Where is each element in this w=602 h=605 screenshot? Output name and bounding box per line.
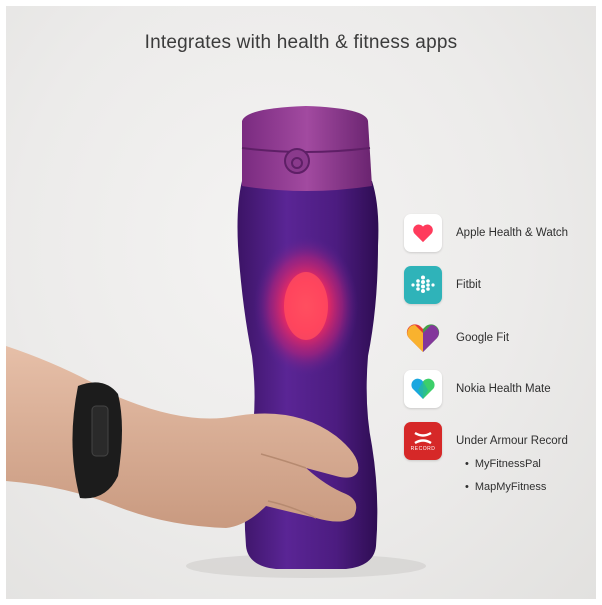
app-item-fitbit: Fitbit [404,266,481,304]
sub-item-label: MapMyFitness [474,481,547,493]
fitness-band-display [91,405,109,457]
sub-item-myfitnesspal: • MyFitnessPal [465,458,541,470]
bullet: • [465,458,469,470]
sub-item-mapmyfitness: • MapMyFitness [465,481,546,493]
product-scene [6,106,426,578]
headline: Integrates with health & fitness apps [144,32,458,53]
nokia-health-mate-heart-icon [404,370,442,408]
glow-core [284,272,328,340]
app-label: Google Fit [456,332,510,344]
bottle-cap [242,106,372,191]
cap-logo-icon [284,148,310,174]
app-label: Under Armour Record [456,435,568,447]
app-item-google-fit: Google Fit [404,319,509,357]
bullet: • [465,481,469,493]
record-icon-text: RECORD [410,445,436,452]
app-item-under-armour-record: RECORD Under Armour Record [404,422,568,460]
app-label: Fitbit [456,279,481,291]
app-item-nokia-health-mate: Nokia Health Mate [404,370,551,408]
google-fit-heart-icon [404,319,442,357]
product-image: Integrates with health & fitness apps Ap… [6,6,596,599]
fitbit-dots-icon [404,266,442,304]
app-label: Nokia Health Mate [456,383,551,395]
apple-health-heart-icon [404,214,442,252]
app-label: Apple Health & Watch [456,227,569,239]
sub-item-label: MyFitnessPal [474,458,541,470]
app-item-apple-health: Apple Health & Watch [404,214,568,252]
under-armour-record-icon: RECORD [404,422,442,460]
